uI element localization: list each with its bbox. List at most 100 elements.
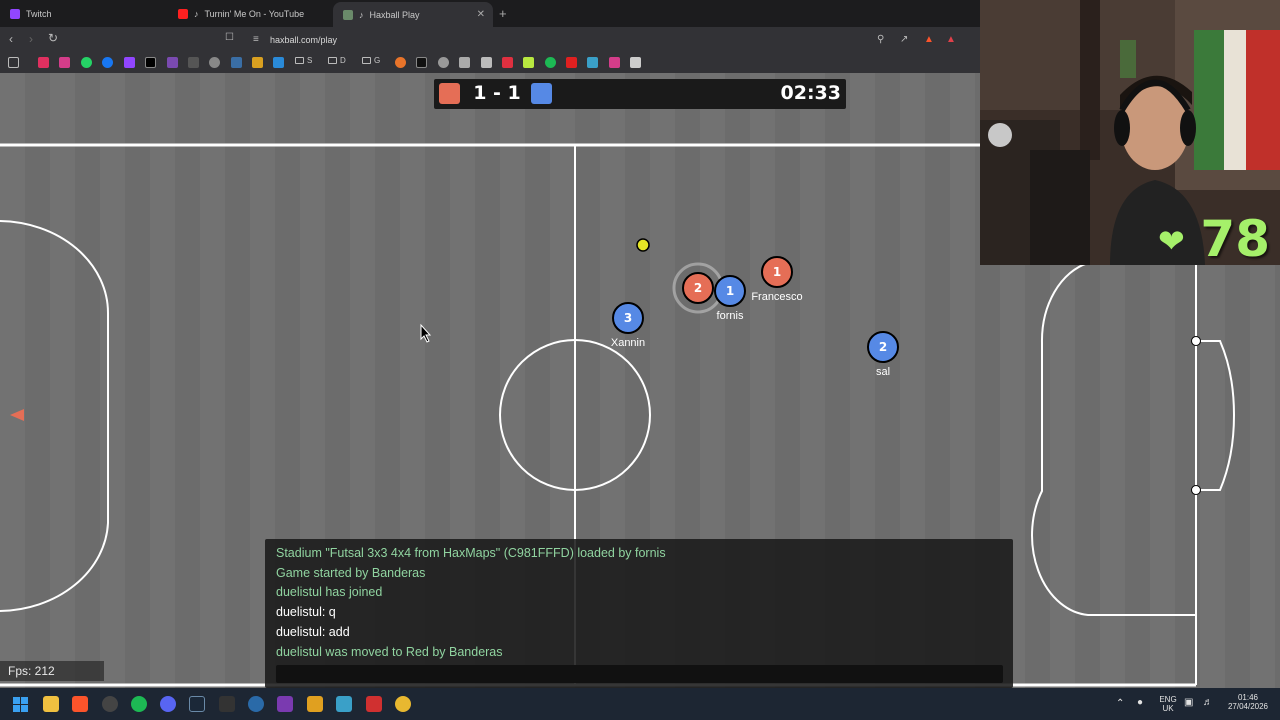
volume-icon[interactable]: ♬: [1203, 697, 1213, 708]
windows-taskbar: ⌃ ● ENG UK ▣ ♬ 01:46 27/04/2026: [0, 688, 1280, 720]
app-icon[interactable]: [366, 696, 382, 712]
app-icon[interactable]: [277, 696, 293, 712]
bookmark-youtube-music-icon[interactable]: [38, 57, 49, 68]
show-hidden-icons[interactable]: ⌃: [1116, 698, 1124, 709]
goal-post: [1191, 485, 1201, 495]
tab-haxball[interactable]: ♪ Haxball Play ✕: [333, 2, 493, 27]
bookmark-icon[interactable]: [209, 57, 220, 68]
file-explorer-icon[interactable]: [43, 696, 59, 712]
player-name: sal: [876, 366, 890, 378]
bookmark-icon[interactable]: [459, 57, 470, 68]
address-bar[interactable]: ≡ haxball.com/play ⚲ ↗ ▲ ▲: [244, 30, 964, 50]
webcam-overlay: ❤ 78: [980, 0, 1280, 265]
tab-label: Haxball Play: [369, 9, 420, 20]
chat-input[interactable]: [276, 665, 1003, 683]
app-icon[interactable]: [102, 696, 118, 712]
spotify-icon[interactable]: [131, 696, 147, 712]
match-timer: 02:33: [780, 82, 841, 104]
red-team-indicator: [439, 83, 460, 104]
bookmark-icon[interactable]: [502, 57, 513, 68]
bookmark-instagram-icon[interactable]: [59, 57, 70, 68]
tab-label: Twitch: [26, 9, 52, 19]
chrome-icon[interactable]: [395, 696, 411, 712]
app-icon[interactable]: [307, 696, 323, 712]
svg-text:2: 2: [694, 281, 702, 295]
bookmark-icon[interactable]: [252, 57, 263, 68]
chat-line: duelistul was moved to Red by Banderas: [276, 645, 503, 659]
share-icon[interactable]: ↗: [900, 34, 908, 45]
audio-playing-icon: ♪: [194, 9, 199, 19]
twitch-icon: [10, 9, 20, 19]
bookmark-whatsapp-icon[interactable]: [81, 57, 92, 68]
bookmark-icon[interactable]: [395, 57, 406, 68]
folder-icon: [362, 57, 371, 64]
player-name: Xannin: [611, 337, 645, 349]
flag-red: [1246, 30, 1280, 170]
player-blue-3: 3 Xannin: [611, 302, 645, 349]
bookmark-folder-s[interactable]: S: [295, 56, 312, 65]
bookmark-icon[interactable]: [273, 57, 284, 68]
tab-youtube[interactable]: ♪ Turnin' Me On - YouTube: [168, 3, 334, 25]
site-settings-icon[interactable]: ≡: [253, 34, 259, 45]
bookmark-icon[interactable]: [523, 57, 534, 68]
bookmark-spotify-icon[interactable]: [545, 57, 556, 68]
bookmark-x-icon[interactable]: [145, 57, 156, 68]
tab-twitch[interactable]: Twitch: [0, 3, 168, 25]
clock[interactable]: 01:46 27/04/2026: [1222, 693, 1274, 711]
bookmarks-bar: S D G: [0, 53, 980, 73]
close-tab-icon[interactable]: ✕: [477, 9, 485, 20]
app-icon[interactable]: [219, 696, 235, 712]
browser-toolbar: ‹ › ↻ ☐ ≡ haxball.com/play ⚲ ↗ ▲ ▲: [0, 27, 980, 53]
chat-line: duelistul: q: [276, 605, 336, 619]
brave-browser-icon[interactable]: [72, 696, 88, 712]
chair: [1030, 150, 1090, 265]
microphone-icon[interactable]: ●: [1137, 697, 1143, 708]
folder-icon: [328, 57, 337, 64]
chat-line: duelistul has joined: [276, 585, 383, 599]
heart-icon: ❤: [1158, 222, 1185, 260]
steam-icon[interactable]: [189, 696, 205, 712]
url-text: haxball.com/play: [270, 35, 338, 45]
zoom-icon[interactable]: ⚲: [877, 34, 884, 45]
bookmark-icon[interactable]: [438, 57, 449, 68]
windows-start-icon[interactable]: [13, 697, 28, 712]
bookmark-youtube-icon[interactable]: [566, 57, 577, 68]
bookmark-folder-d[interactable]: D: [328, 56, 346, 65]
discord-icon[interactable]: [160, 696, 176, 712]
bookmark-icon[interactable]: [587, 57, 598, 68]
football: [988, 123, 1012, 147]
bookmark-icon[interactable]: [167, 57, 178, 68]
forward-icon[interactable]: ›: [29, 32, 33, 46]
bookmark-icon[interactable]: [630, 57, 641, 68]
headset-left: [1114, 110, 1130, 146]
bookmark-icon[interactable]: ☐: [225, 32, 234, 43]
bookmark-icon[interactable]: [481, 57, 492, 68]
player-red-2: 2: [682, 272, 714, 304]
score: 1 - 1: [473, 82, 521, 104]
app-icon[interactable]: [336, 696, 352, 712]
headset-right: [1180, 110, 1196, 146]
bookmark-gmail-icon[interactable]: [188, 57, 199, 68]
bookmark-twitch-icon[interactable]: [124, 57, 135, 68]
apps-icon[interactable]: [8, 57, 19, 68]
bookmark-icon[interactable]: [416, 57, 427, 68]
reload-icon[interactable]: ↻: [48, 31, 58, 45]
language-indicator[interactable]: ENG UK: [1158, 695, 1178, 713]
app-icon[interactable]: [248, 696, 264, 712]
player-name: Francesco: [751, 291, 802, 303]
folder-icon: [295, 57, 304, 64]
chat-line: duelistul: add: [276, 625, 350, 639]
bookmark-folder-g[interactable]: G: [362, 56, 380, 65]
new-tab-button[interactable]: +: [499, 6, 507, 21]
bookmark-icon[interactable]: [231, 57, 242, 68]
bookmark-facebook-icon[interactable]: [102, 57, 113, 68]
bookmark-icon[interactable]: [609, 57, 620, 68]
back-icon[interactable]: ‹: [9, 32, 13, 46]
browser-tab-bar: Twitch ♪ Turnin' Me On - YouTube ♪ Haxba…: [0, 0, 980, 27]
tab-label: Turnin' Me On - YouTube: [204, 9, 305, 19]
blue-team-indicator: [531, 83, 552, 104]
poster: [1120, 40, 1136, 78]
brave-rewards-icon[interactable]: ▲: [946, 34, 956, 45]
brave-shields-icon[interactable]: ▲: [924, 34, 934, 45]
network-icon[interactable]: ▣: [1184, 697, 1193, 708]
